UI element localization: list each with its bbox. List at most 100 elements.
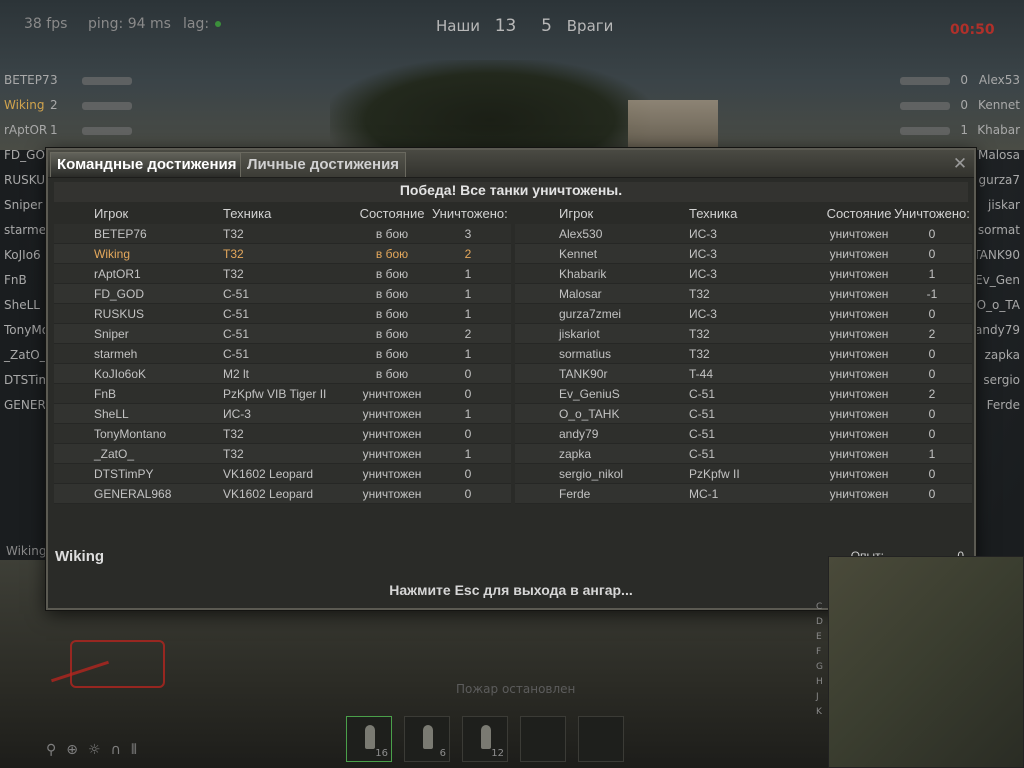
close-icon[interactable]: ✕	[950, 154, 970, 174]
table-header: Игрок Техника Состояние Уничтожено:	[54, 204, 511, 224]
ammo-slot[interactable]: 6	[404, 716, 450, 762]
side-player-name: rAptOR	[4, 123, 48, 137]
cell-player: TANK90r	[559, 367, 608, 381]
cell-vehicle: VK1602 Leopard	[223, 487, 314, 501]
table-row: RUSKUS C-51 в бою 1	[54, 304, 511, 324]
ammo-slot[interactable]: 12	[462, 716, 508, 762]
lag-label: lag:	[183, 16, 210, 32]
cell-state: уничтожен	[362, 447, 422, 461]
minimap[interactable]	[828, 556, 1024, 768]
cell-vehicle: T-44	[689, 367, 714, 381]
tank-damage-icon	[70, 640, 165, 688]
side-player-row: Ferde	[973, 393, 1020, 418]
minimap-row-letter: G	[816, 662, 823, 672]
side-player-name: TANK90	[973, 248, 1020, 262]
minimap-row-letter: K	[816, 707, 822, 717]
side-player-name: starme	[4, 223, 47, 237]
side-player-name: jiskar	[988, 198, 1020, 212]
cell-kills: 1	[464, 307, 472, 321]
header-state: Состояние	[359, 206, 425, 221]
results-title: Победа! Все танки уничтожены.	[54, 182, 968, 202]
cell-kills: 0	[928, 427, 936, 441]
table-row: DTSTimPY VK1602 Leopard уничтожен 0	[54, 464, 511, 484]
ammo-count: 6	[439, 748, 446, 759]
minimap-row-letter: F	[816, 647, 822, 657]
cell-vehicle: C-51	[223, 347, 250, 361]
gear-icon[interactable]	[520, 716, 566, 762]
side-player-name: Alex53	[978, 73, 1020, 87]
ammo-slot[interactable]: 16	[346, 716, 392, 762]
cell-player: gurza7zmei	[559, 307, 622, 321]
table-row: zapka C-51 уничтожен 1	[515, 444, 972, 464]
top-hud: 38 fps ping: 94 ms lag: Наши 13 5 Враги …	[0, 14, 1024, 38]
cell-kills: 0	[464, 387, 472, 401]
dialog-header: Командные достижения Личные достижения ✕	[48, 150, 974, 178]
cell-vehicle: MC-1	[689, 487, 719, 501]
tank-silhouette-icon	[900, 77, 950, 85]
cell-player: RUSKUS	[94, 307, 145, 321]
cell-player: Khabarik	[559, 267, 607, 281]
cell-vehicle: VK1602 Leopard	[223, 467, 314, 481]
side-player-row: Khabar 1	[900, 118, 1020, 143]
table-row: TonyMontano T32 уничтожен 0	[54, 424, 511, 444]
cell-player: TonyMontano	[94, 427, 167, 441]
cell-vehicle: ИС-3	[689, 307, 717, 321]
minimap-row-letter: C	[816, 602, 823, 612]
lag-status-icon	[215, 21, 222, 27]
cell-player: GENERAL968	[94, 487, 172, 501]
cell-player: FD_GOD	[94, 287, 145, 301]
table-row: TANK90r T-44 уничтожен 0	[515, 364, 972, 384]
cell-kills: 0	[928, 467, 936, 481]
ammo-count: 12	[491, 748, 504, 759]
cell-kills: 1	[464, 347, 472, 361]
tank-silhouette-icon	[82, 127, 132, 135]
cell-vehicle: ИС-3	[689, 267, 717, 281]
side-player-kills: 1	[960, 123, 968, 137]
minimap-row-letter: D	[816, 617, 823, 627]
side-player-kills: 1	[50, 123, 58, 137]
enemies-score: 5	[541, 16, 552, 36]
tab-personal-achievements[interactable]: Личные достижения	[240, 152, 407, 177]
battle-results-dialog: Командные достижения Личные достижения ✕…	[46, 148, 976, 610]
table-row: O_o_TAHK C-51 уничтожен 0	[515, 404, 972, 424]
cell-kills: 1	[464, 287, 472, 301]
cell-vehicle: C-51	[223, 307, 250, 321]
cell-vehicle: T32	[223, 247, 244, 261]
side-player-name: Malosa	[978, 148, 1020, 162]
cell-player: jiskariot	[559, 327, 600, 341]
side-player-kills: 3	[50, 73, 58, 87]
table-row: sormatius T32 уничтожен 0	[515, 344, 972, 364]
table-row: _ZatO_ T32 уничтожен 1	[54, 444, 511, 464]
cell-state: в бою	[375, 347, 409, 361]
minimap-grid-letters: CDEFGHJK	[816, 600, 826, 720]
header-kills: Уничтожено:	[432, 206, 508, 221]
fps-counter: 38 fps	[24, 16, 68, 32]
cell-player: Wiking	[94, 247, 131, 261]
side-player-row: andy79	[973, 318, 1020, 343]
cell-player: Alex530	[559, 227, 603, 241]
cell-vehicle: C-51	[689, 447, 716, 461]
cell-kills: 0	[928, 407, 936, 421]
shell-icon	[423, 725, 433, 749]
side-player-kills: 0	[960, 98, 968, 112]
side-player-name: FnB	[4, 273, 27, 287]
side-player-name: andy79	[975, 323, 1020, 337]
table-row: Ev_GeniuS C-51 уничтожен 2	[515, 384, 972, 404]
cell-kills: 2	[928, 327, 936, 341]
tab-team-achievements[interactable]: Командные достижения	[50, 152, 244, 177]
side-player-name: Kennet	[978, 98, 1020, 112]
table-row: KoJIo6oK M2 lt в бою 0	[54, 364, 511, 384]
side-player-name: Khabar	[977, 123, 1020, 137]
allies-label: Наши	[436, 17, 480, 35]
crew-icons: ⚲⊕☼∩⦀	[46, 742, 147, 758]
side-player-name: BETEP7	[4, 73, 50, 87]
table-row: jiskariot T32 уничтожен 2	[515, 324, 972, 344]
table-row: Wiking T32 в бою 2	[54, 244, 511, 264]
table-row: Khabarik ИС-3 уничтожен 1	[515, 264, 972, 284]
cell-player: O_o_TAHK	[559, 407, 620, 421]
cell-kills: 1	[464, 267, 472, 281]
table-row: Alex530 ИС-3 уничтожен 0	[515, 224, 972, 244]
table-row: rAptOR1 T32 в бою 1	[54, 264, 511, 284]
gear-icon[interactable]	[578, 716, 624, 762]
table-row: sergio_nikol PzKpfw II уничтожен 0	[515, 464, 972, 484]
